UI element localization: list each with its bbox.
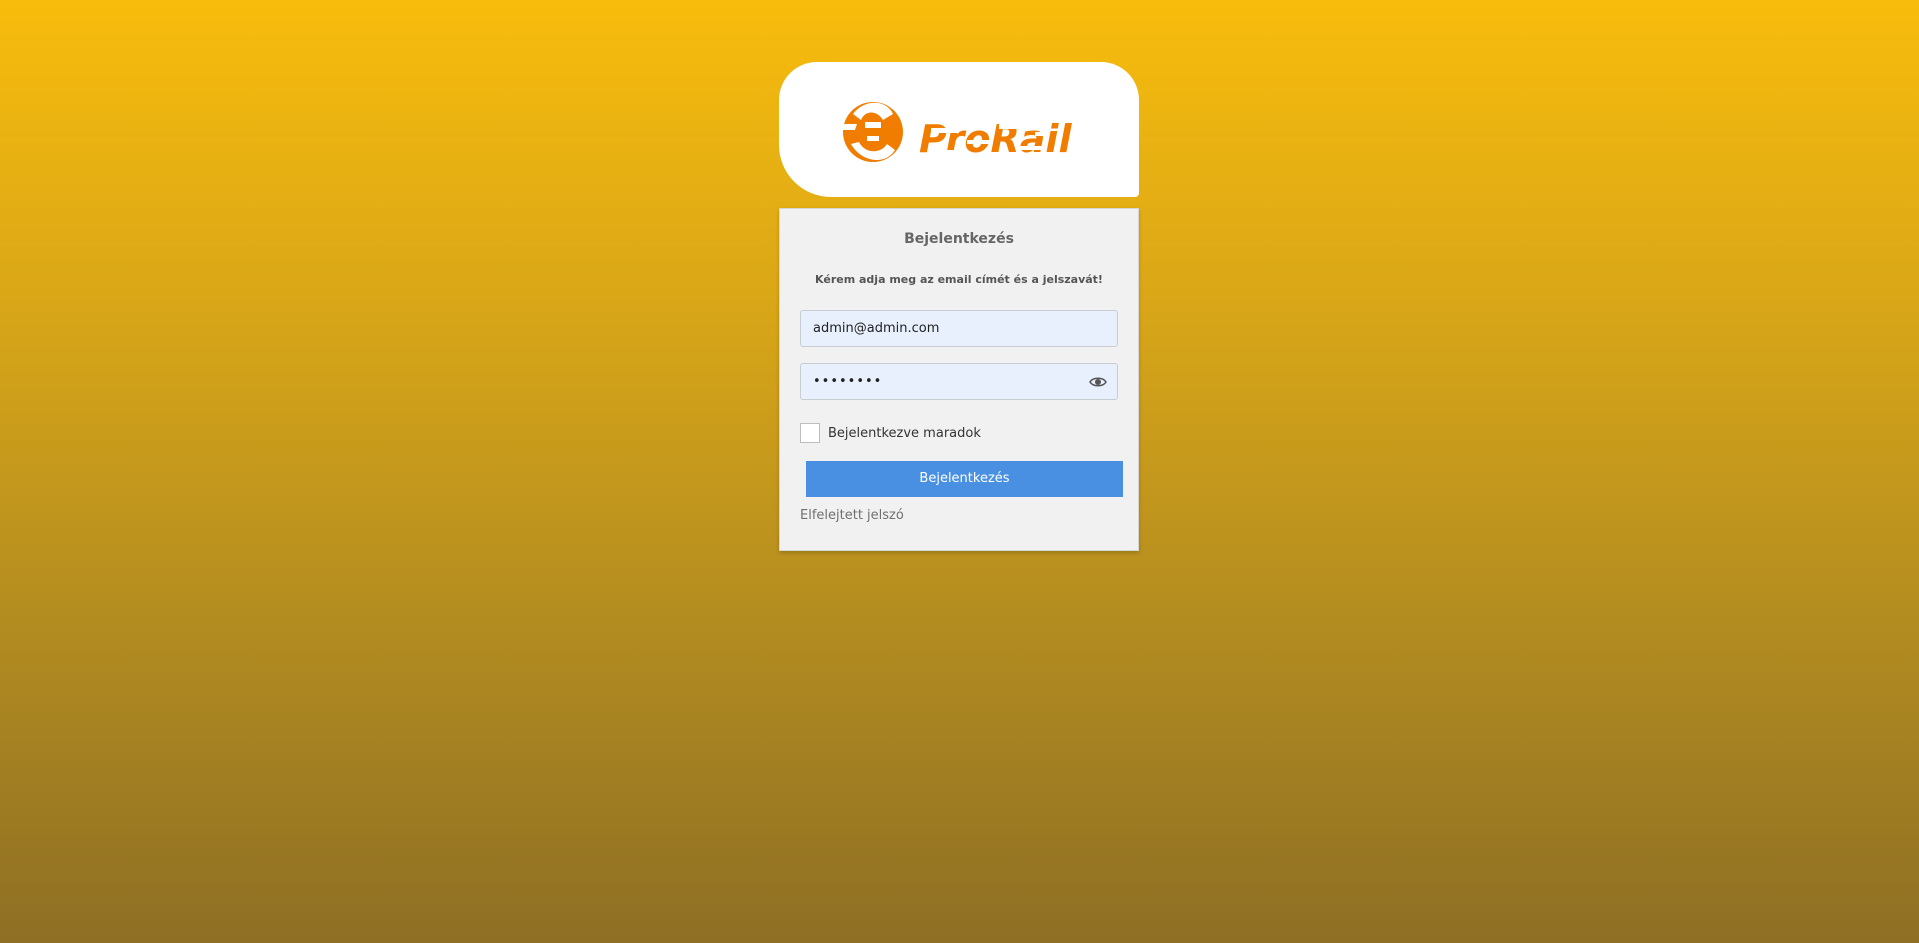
- company-logo: ProRail: [843, 102, 1072, 162]
- eye-icon[interactable]: [1089, 374, 1107, 390]
- email-input[interactable]: [801, 311, 1117, 346]
- password-input[interactable]: [801, 364, 1117, 399]
- remember-me-label[interactable]: Bejelentkezve maradok: [828, 426, 981, 441]
- password-field-container: [800, 363, 1118, 400]
- login-button[interactable]: Bejelentkezés: [806, 461, 1123, 497]
- email-field-container: [800, 310, 1118, 347]
- forgot-password-link[interactable]: Elfelejtett jelszó: [800, 508, 904, 523]
- login-instructions: Kérem adja meg az email címét és a jelsz…: [815, 273, 1103, 286]
- login-title: Bejelentkezés: [904, 231, 1014, 247]
- remember-me-checkbox[interactable]: [800, 423, 820, 443]
- login-panel: Bejelentkezés Kérem adja meg az email cí…: [779, 208, 1139, 551]
- logo-wordmark: ProRail: [919, 117, 1072, 161]
- logo-card: ProRail: [779, 62, 1139, 197]
- remember-me: Bejelentkezve maradok: [800, 422, 981, 444]
